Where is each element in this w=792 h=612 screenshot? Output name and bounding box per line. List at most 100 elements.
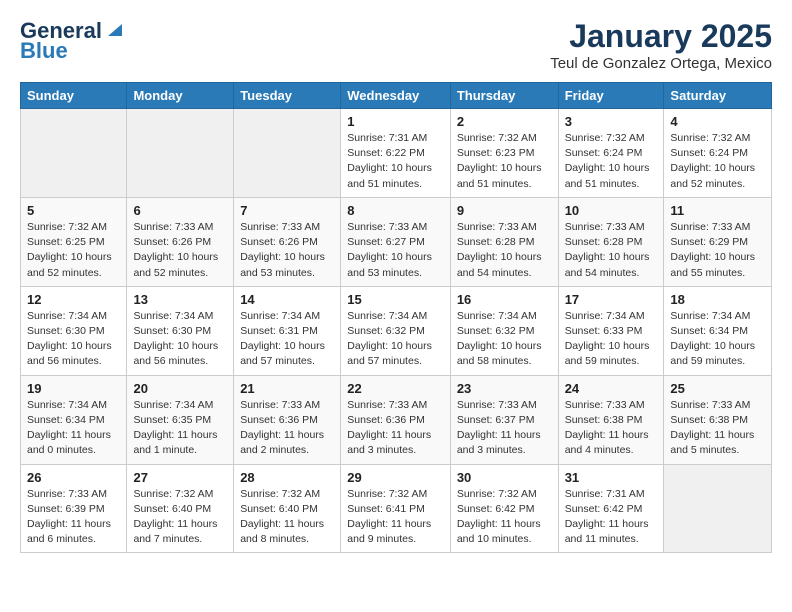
- day-info: Sunrise: 7:31 AM Sunset: 6:42 PM Dayligh…: [565, 487, 658, 548]
- day-number: 13: [133, 292, 227, 307]
- day-number: 4: [670, 114, 765, 129]
- col-thursday: Thursday: [450, 83, 558, 109]
- table-row: 29 Sunrise: 7:32 AM Sunset: 6:41 PM Dayli…: [341, 464, 451, 553]
- table-row: 14 Sunrise: 7:34 AM Sunset: 6:31 PM Dayli…: [234, 286, 341, 375]
- table-row: 10 Sunrise: 7:33 AM Sunset: 6:28 PM Dayli…: [558, 197, 664, 286]
- table-row: 27 Sunrise: 7:32 AM Sunset: 6:40 PM Dayli…: [127, 464, 234, 553]
- day-info: Sunrise: 7:34 AM Sunset: 6:34 PM Dayligh…: [670, 309, 765, 370]
- day-number: 26: [27, 470, 120, 485]
- calendar-table: Sunday Monday Tuesday Wednesday Thursday…: [20, 82, 772, 553]
- day-number: 28: [240, 470, 334, 485]
- day-number: 18: [670, 292, 765, 307]
- day-number: 25: [670, 381, 765, 396]
- table-row: 19 Sunrise: 7:34 AM Sunset: 6:34 PM Dayli…: [21, 375, 127, 464]
- day-number: 29: [347, 470, 444, 485]
- day-info: Sunrise: 7:34 AM Sunset: 6:31 PM Dayligh…: [240, 309, 334, 370]
- day-info: Sunrise: 7:33 AM Sunset: 6:36 PM Dayligh…: [240, 398, 334, 459]
- day-info: Sunrise: 7:32 AM Sunset: 6:41 PM Dayligh…: [347, 487, 444, 548]
- day-number: 31: [565, 470, 658, 485]
- table-row: 30Sunrise: 7:32 AM Sunset: 6:42 PM Dayli…: [450, 464, 558, 553]
- col-wednesday: Wednesday: [341, 83, 451, 109]
- table-row: [21, 109, 127, 198]
- table-row: 21 Sunrise: 7:33 AM Sunset: 6:36 PM Dayli…: [234, 375, 341, 464]
- table-row: 20 Sunrise: 7:34 AM Sunset: 6:35 PM Dayli…: [127, 375, 234, 464]
- day-info: Sunrise: 7:33 AM Sunset: 6:26 PM Dayligh…: [133, 220, 227, 281]
- calendar-week-row: 26 Sunrise: 7:33 AM Sunset: 6:39 PM Dayli…: [21, 464, 772, 553]
- day-number: 12: [27, 292, 120, 307]
- table-row: 12 Sunrise: 7:34 AM Sunset: 6:30 PM Dayli…: [21, 286, 127, 375]
- calendar-week-row: 5Sunrise: 7:32 AM Sunset: 6:25 PM Daylig…: [21, 197, 772, 286]
- day-number: 3: [565, 114, 658, 129]
- table-row: 28 Sunrise: 7:32 AM Sunset: 6:40 PM Dayli…: [234, 464, 341, 553]
- table-row: 23 Sunrise: 7:33 AM Sunset: 6:37 PM Dayli…: [450, 375, 558, 464]
- table-row: 8 Sunrise: 7:33 AM Sunset: 6:27 PM Daylig…: [341, 197, 451, 286]
- table-row: [127, 109, 234, 198]
- calendar-header-row: Sunday Monday Tuesday Wednesday Thursday…: [21, 83, 772, 109]
- day-info: Sunrise: 7:32 AM Sunset: 6:40 PM Dayligh…: [133, 487, 227, 548]
- day-info: Sunrise: 7:32 AM Sunset: 6:25 PM Dayligh…: [27, 220, 120, 281]
- table-row: 24 Sunrise: 7:33 AM Sunset: 6:38 PM Dayli…: [558, 375, 664, 464]
- col-tuesday: Tuesday: [234, 83, 341, 109]
- logo-icon: [104, 20, 122, 38]
- calendar-week-row: 1Sunrise: 7:31 AM Sunset: 6:22 PM Daylig…: [21, 109, 772, 198]
- day-number: 21: [240, 381, 334, 396]
- day-number: 15: [347, 292, 444, 307]
- day-info: Sunrise: 7:32 AM Sunset: 6:42 PM Dayligh…: [457, 487, 552, 548]
- day-info: Sunrise: 7:33 AM Sunset: 6:38 PM Dayligh…: [565, 398, 658, 459]
- table-row: 31 Sunrise: 7:31 AM Sunset: 6:42 PM Dayli…: [558, 464, 664, 553]
- table-row: 2 Sunrise: 7:32 AM Sunset: 6:23 PM Daylig…: [450, 109, 558, 198]
- title-block: January 2025 Teul de Gonzalez Ortega, Me…: [550, 18, 772, 72]
- day-info: Sunrise: 7:34 AM Sunset: 6:32 PM Dayligh…: [347, 309, 444, 370]
- day-info: Sunrise: 7:33 AM Sunset: 6:39 PM Dayligh…: [27, 487, 120, 548]
- table-row: 25 Sunrise: 7:33 AM Sunset: 6:38 PM Dayli…: [664, 375, 772, 464]
- col-sunday: Sunday: [21, 83, 127, 109]
- table-row: 9Sunrise: 7:33 AM Sunset: 6:28 PM Daylig…: [450, 197, 558, 286]
- day-number: 19: [27, 381, 120, 396]
- logo: General Blue: [20, 18, 122, 64]
- day-number: 24: [565, 381, 658, 396]
- day-info: Sunrise: 7:32 AM Sunset: 6:40 PM Dayligh…: [240, 487, 334, 548]
- table-row: 22Sunrise: 7:33 AM Sunset: 6:36 PM Dayli…: [341, 375, 451, 464]
- day-number: 23: [457, 381, 552, 396]
- day-number: 9: [457, 203, 552, 218]
- day-info: Sunrise: 7:33 AM Sunset: 6:38 PM Dayligh…: [670, 398, 765, 459]
- day-info: Sunrise: 7:34 AM Sunset: 6:32 PM Dayligh…: [457, 309, 552, 370]
- day-info: Sunrise: 7:32 AM Sunset: 6:23 PM Dayligh…: [457, 131, 552, 192]
- day-number: 6: [133, 203, 227, 218]
- calendar-week-row: 19 Sunrise: 7:34 AM Sunset: 6:34 PM Dayli…: [21, 375, 772, 464]
- day-number: 27: [133, 470, 227, 485]
- table-row: 4Sunrise: 7:32 AM Sunset: 6:24 PM Daylig…: [664, 109, 772, 198]
- day-info: Sunrise: 7:34 AM Sunset: 6:34 PM Dayligh…: [27, 398, 120, 459]
- table-row: 6 Sunrise: 7:33 AM Sunset: 6:26 PM Daylig…: [127, 197, 234, 286]
- table-row: 16Sunrise: 7:34 AM Sunset: 6:32 PM Dayli…: [450, 286, 558, 375]
- day-number: 8: [347, 203, 444, 218]
- day-info: Sunrise: 7:34 AM Sunset: 6:33 PM Dayligh…: [565, 309, 658, 370]
- day-info: Sunrise: 7:33 AM Sunset: 6:37 PM Dayligh…: [457, 398, 552, 459]
- day-info: Sunrise: 7:31 AM Sunset: 6:22 PM Dayligh…: [347, 131, 444, 192]
- page-header: General Blue January 2025 Teul de Gonzal…: [20, 18, 772, 72]
- table-row: 1Sunrise: 7:31 AM Sunset: 6:22 PM Daylig…: [341, 109, 451, 198]
- col-friday: Friday: [558, 83, 664, 109]
- col-monday: Monday: [127, 83, 234, 109]
- col-saturday: Saturday: [664, 83, 772, 109]
- page-subtitle: Teul de Gonzalez Ortega, Mexico: [550, 55, 772, 72]
- table-row: 11Sunrise: 7:33 AM Sunset: 6:29 PM Dayli…: [664, 197, 772, 286]
- calendar-week-row: 12 Sunrise: 7:34 AM Sunset: 6:30 PM Dayli…: [21, 286, 772, 375]
- day-number: 14: [240, 292, 334, 307]
- day-info: Sunrise: 7:32 AM Sunset: 6:24 PM Dayligh…: [565, 131, 658, 192]
- table-row: 18 Sunrise: 7:34 AM Sunset: 6:34 PM Dayli…: [664, 286, 772, 375]
- day-info: Sunrise: 7:34 AM Sunset: 6:30 PM Dayligh…: [133, 309, 227, 370]
- logo-blue: Blue: [20, 38, 68, 64]
- table-row: 7Sunrise: 7:33 AM Sunset: 6:26 PM Daylig…: [234, 197, 341, 286]
- day-info: Sunrise: 7:33 AM Sunset: 6:27 PM Dayligh…: [347, 220, 444, 281]
- table-row: 15 Sunrise: 7:34 AM Sunset: 6:32 PM Dayli…: [341, 286, 451, 375]
- day-number: 17: [565, 292, 658, 307]
- day-number: 11: [670, 203, 765, 218]
- day-info: Sunrise: 7:33 AM Sunset: 6:28 PM Dayligh…: [565, 220, 658, 281]
- day-info: Sunrise: 7:34 AM Sunset: 6:30 PM Dayligh…: [27, 309, 120, 370]
- day-number: 10: [565, 203, 658, 218]
- day-number: 2: [457, 114, 552, 129]
- day-number: 20: [133, 381, 227, 396]
- day-info: Sunrise: 7:33 AM Sunset: 6:36 PM Dayligh…: [347, 398, 444, 459]
- day-info: Sunrise: 7:34 AM Sunset: 6:35 PM Dayligh…: [133, 398, 227, 459]
